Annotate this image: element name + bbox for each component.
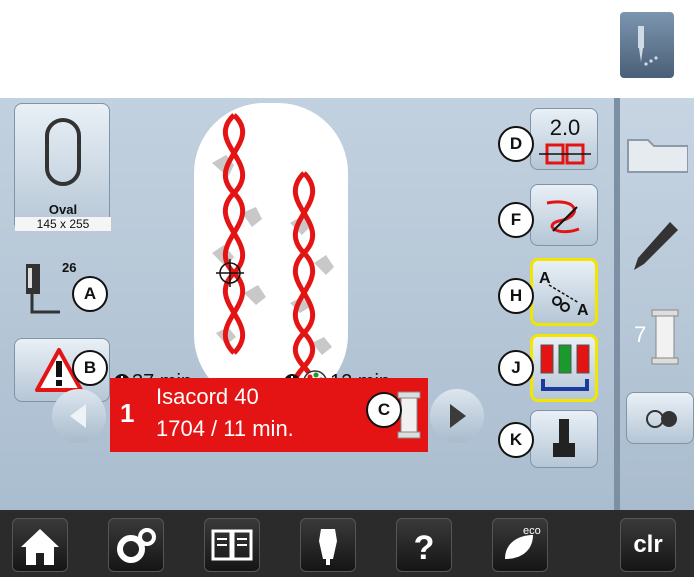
hoop-icon <box>45 118 81 186</box>
embroidery-start-icon <box>553 419 575 457</box>
thread-cut-icon <box>546 200 580 234</box>
marker-k: K <box>498 422 534 458</box>
help-button[interactable]: ? <box>396 518 452 572</box>
spool-count: 7 <box>634 322 647 347</box>
home-button[interactable] <box>12 518 68 572</box>
svg-text:A: A <box>539 270 551 287</box>
design-preview[interactable] <box>194 103 348 405</box>
tutorial-icon <box>211 529 253 561</box>
presser-foot-indicator[interactable] <box>22 262 60 316</box>
presser-foot-number: 26 <box>62 260 77 275</box>
stitch-mode-button[interactable] <box>620 12 674 78</box>
frame-icon <box>539 143 591 165</box>
marker-a: A <box>72 276 108 312</box>
eco-button[interactable]: eco <box>492 518 548 572</box>
thread-brand: Isacord 40 <box>156 384 259 409</box>
color-change-button[interactable] <box>530 334 598 402</box>
toggle-icon <box>646 410 677 428</box>
marker-f: F <box>498 202 534 238</box>
thread-trim-button[interactable]: A A <box>530 258 598 326</box>
marker-d: D <box>498 126 534 162</box>
scale-value: 2.0 <box>549 115 581 140</box>
prev-arrow-icon <box>70 404 86 428</box>
help-icon: ? <box>414 529 435 567</box>
next-arrow-icon <box>450 404 466 428</box>
home-icon <box>21 529 59 565</box>
prev-color-button[interactable] <box>52 389 106 443</box>
start-button[interactable] <box>530 410 598 468</box>
marker-j: J <box>498 350 534 386</box>
settings-button[interactable] <box>108 518 164 572</box>
spool-icon[interactable] <box>650 308 680 366</box>
eco-label: eco <box>523 525 541 537</box>
clear-button[interactable]: clr <box>620 518 676 572</box>
dress-form-icon <box>319 529 337 565</box>
folder-icon[interactable] <box>626 132 688 174</box>
svg-text:A: A <box>577 302 589 319</box>
pencil-icon[interactable] <box>630 218 680 274</box>
hoop-button[interactable]: Oval 145 x 255 <box>14 103 111 231</box>
svg-text:?: ? <box>414 529 435 567</box>
hoop-size: 145 x 255 <box>15 217 111 231</box>
presser-foot-icon <box>26 264 60 314</box>
next-color-button[interactable] <box>430 389 484 443</box>
stitch-mode-icon <box>638 26 658 66</box>
marker-h: H <box>498 278 534 314</box>
thread-cut-button[interactable] <box>530 184 598 246</box>
clear-label: clr <box>633 531 663 558</box>
thread-index: 1 <box>120 398 135 428</box>
design-image <box>212 113 334 396</box>
thread-trim-icon: A A <box>539 270 589 319</box>
toggle-button[interactable] <box>626 392 694 444</box>
scale-button[interactable]: 2.0 <box>530 108 598 170</box>
thread-color-change-icon <box>540 344 590 391</box>
thread-code-time: 1704 / 11 min. <box>156 416 294 441</box>
hoop-name: Oval <box>48 202 78 217</box>
settings-icon <box>117 528 156 563</box>
tutorial-button[interactable] <box>204 518 260 572</box>
marker-c: C <box>366 392 402 428</box>
creative-consultant-button[interactable] <box>300 518 356 572</box>
marker-b: B <box>72 350 108 386</box>
